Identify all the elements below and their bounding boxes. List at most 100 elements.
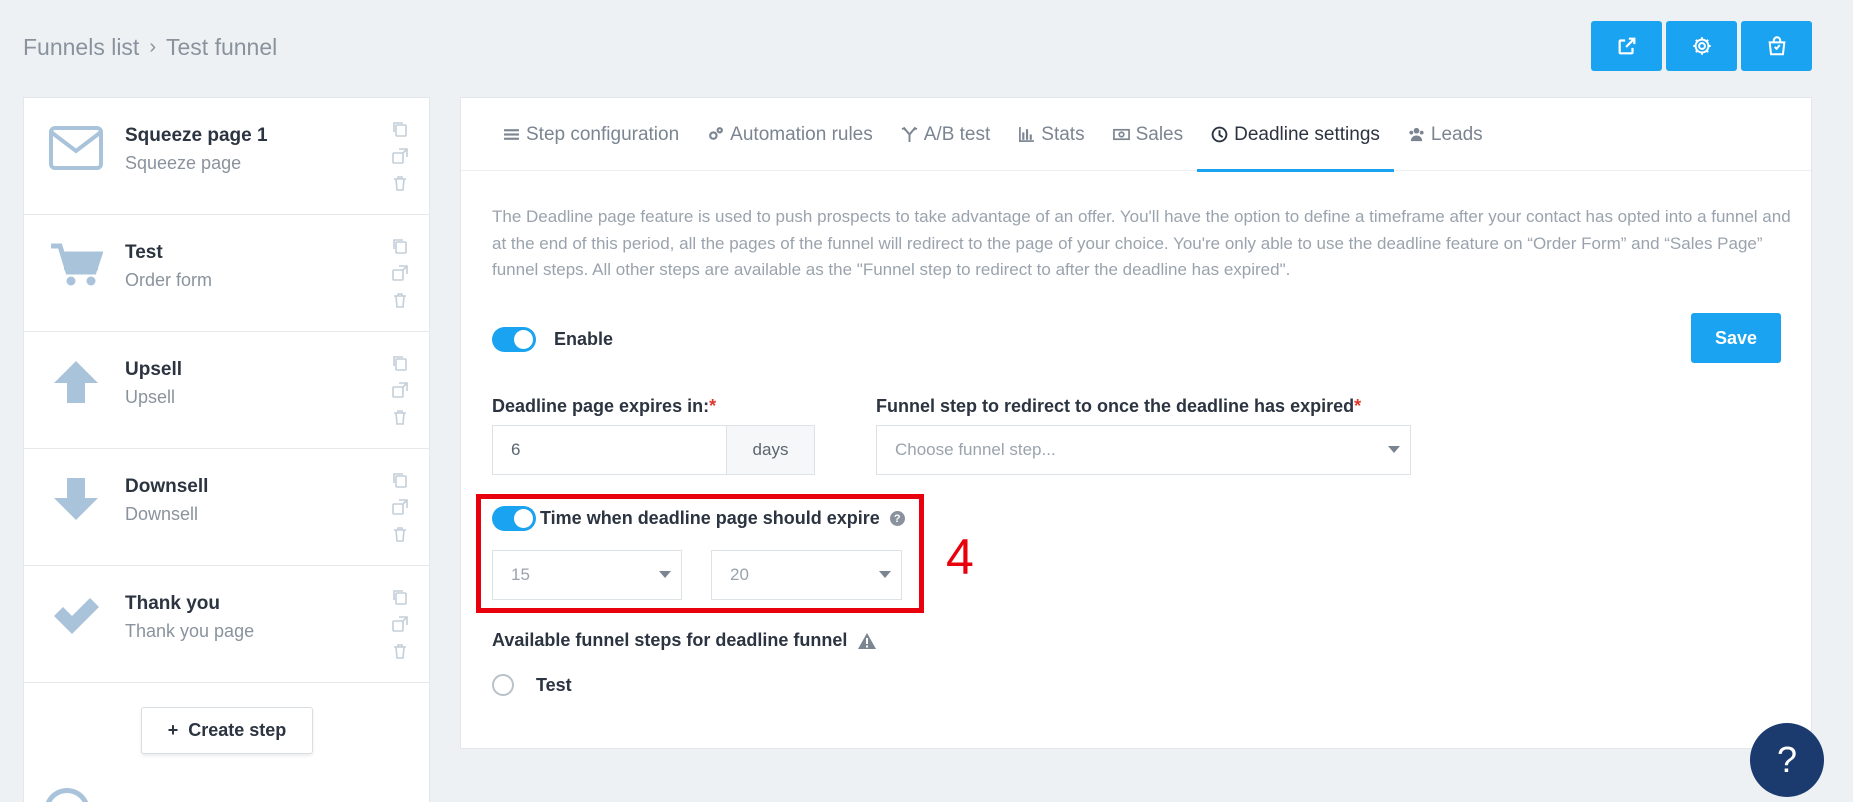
shop-button[interactable] (1741, 21, 1812, 71)
available-step-option[interactable]: Test (492, 674, 572, 696)
bar-chart-icon (1019, 127, 1035, 142)
plus-icon: + (167, 720, 179, 740)
trash-icon[interactable] (391, 291, 409, 309)
caret-down-icon (659, 571, 671, 578)
expires-unit-addon: days (726, 425, 815, 475)
step-actions (391, 471, 409, 543)
gear-icon (1692, 37, 1711, 55)
tab-deadline-settings[interactable]: Deadline settings (1197, 98, 1394, 172)
expires-label-text: Deadline page expires in: (492, 396, 710, 416)
step-title: Test (125, 242, 163, 263)
tab-label: Step configuration (526, 123, 680, 145)
trash-icon[interactable] (391, 408, 409, 426)
tab-stats[interactable]: Stats (1004, 98, 1098, 171)
step-type: Thank you page (125, 621, 255, 641)
step-item[interactable]: Test Order form (24, 215, 429, 332)
annotation-number: 4 (946, 529, 974, 585)
create-step-label: Create step (188, 720, 287, 740)
list-icon (504, 129, 519, 140)
tab-ab-test[interactable]: A/B test (887, 98, 1005, 171)
duplicate-to-icon[interactable] (391, 615, 409, 633)
required-mark: * (1354, 396, 1362, 416)
step-item[interactable]: Thank you Thank you page (24, 566, 429, 683)
external-link-icon (1618, 37, 1635, 55)
step-title: Upsell (125, 359, 183, 380)
radio-button[interactable] (492, 674, 514, 696)
step-actions (391, 237, 409, 309)
required-mark: * (709, 396, 717, 416)
tab-sales[interactable]: Sales (1099, 98, 1198, 171)
split-icon (901, 126, 918, 142)
warning-icon (858, 632, 877, 649)
trash-icon[interactable] (391, 642, 409, 660)
redirect-label-text: Funnel step to redirect to once the dead… (876, 396, 1355, 416)
funnel-settings-button[interactable] (1666, 21, 1737, 71)
enable-row: Enable (492, 327, 613, 352)
step-title: Squeeze page 1 (125, 125, 268, 146)
question-circle-icon[interactable]: ? (889, 511, 905, 526)
duplicate-to-icon[interactable] (391, 498, 409, 516)
step-item[interactable]: Downsell Downsell (24, 449, 429, 566)
redirect-step-select[interactable]: Choose funnel step... (876, 425, 1411, 475)
partial-step-icon (44, 788, 90, 802)
copy-icon[interactable] (391, 237, 409, 255)
duplicate-to-icon[interactable] (391, 147, 409, 165)
breadcrumb-funnels-list[interactable]: Funnels list (23, 34, 139, 61)
available-steps-label: Available funnel steps for deadline funn… (492, 630, 848, 650)
step-title: Downsell (125, 476, 209, 497)
cogs-icon (709, 127, 724, 140)
copy-icon[interactable] (391, 588, 409, 606)
expires-label: Deadline page expires in:* (492, 396, 716, 417)
chevron-right-icon: › (149, 36, 156, 58)
create-step-button[interactable]: + Create step (141, 707, 313, 754)
expire-hour-select[interactable]: 15 (492, 550, 682, 600)
tab-label: Leads (1430, 123, 1483, 145)
expire-time-toggle[interactable] (492, 506, 536, 531)
step-item[interactable]: Upsell Upsell (24, 332, 429, 449)
tab-label: Deadline settings (1234, 123, 1380, 145)
caret-down-icon (1388, 446, 1400, 453)
redirect-placeholder: Choose funnel step... (895, 440, 1056, 459)
open-external-button[interactable] (1591, 21, 1662, 71)
duplicate-to-icon[interactable] (391, 264, 409, 282)
clock-icon (1211, 126, 1228, 143)
caret-down-icon (879, 571, 891, 578)
step-settings-panel: Step configuration Automation rules A/B … (460, 97, 1812, 749)
funnel-steps-sidebar: Squeeze page 1 Squeeze page Test Order f… (23, 97, 430, 802)
deadline-description: The Deadline page feature is used to pus… (492, 207, 1791, 279)
expire-time-row: Time when deadline page should expire ? (492, 506, 905, 531)
copy-icon[interactable] (391, 354, 409, 372)
duplicate-to-icon[interactable] (391, 381, 409, 399)
step-actions (391, 588, 409, 660)
tab-label: Stats (1041, 123, 1085, 145)
tab-label: A/B test (923, 123, 991, 145)
minute-value: 20 (730, 565, 749, 584)
breadcrumb: Funnels list › Test funnel (23, 34, 277, 61)
save-button[interactable]: Save (1691, 313, 1781, 363)
available-steps-heading: Available funnel steps for deadline funn… (492, 630, 877, 651)
tab-automation-rules[interactable]: Automation rules (693, 98, 887, 171)
check-icon (46, 586, 106, 646)
step-actions (391, 354, 409, 426)
step-type: Squeeze page (125, 153, 242, 173)
tab-step-configuration[interactable]: Step configuration (489, 98, 693, 171)
expires-days-input[interactable]: 6 (492, 425, 727, 475)
cart-icon (46, 235, 106, 295)
step-item[interactable]: Squeeze page 1 Squeeze page (24, 98, 429, 215)
top-actions (1591, 21, 1812, 71)
trash-icon[interactable] (391, 525, 409, 543)
expire-minute-select[interactable]: 20 (711, 550, 902, 600)
help-button[interactable]: ? (1750, 723, 1824, 797)
enable-toggle[interactable] (492, 327, 536, 352)
money-icon (1112, 128, 1130, 141)
users-icon (1409, 127, 1424, 142)
copy-icon[interactable] (391, 120, 409, 138)
step-actions (391, 120, 409, 192)
breadcrumb-current: Test funnel (166, 34, 278, 60)
trash-icon[interactable] (391, 174, 409, 192)
tab-label: Automation rules (730, 123, 873, 145)
envelope-icon (46, 118, 106, 178)
copy-icon[interactable] (391, 471, 409, 489)
settings-tabs: Step configuration Automation rules A/B … (461, 98, 1811, 172)
tab-leads[interactable]: Leads (1394, 98, 1497, 171)
